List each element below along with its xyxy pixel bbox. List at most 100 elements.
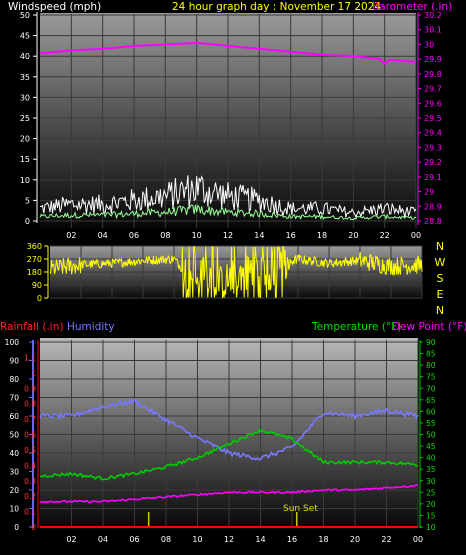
rain-tick-label: 0.4 xyxy=(24,461,36,470)
hour-tick-label: 20 xyxy=(350,535,360,544)
wind-tick-label: 10 xyxy=(20,176,30,185)
hour-tick-label: 20 xyxy=(348,231,358,240)
humidity-tick-label: 0 xyxy=(14,523,19,532)
humidity-tick-label: 30 xyxy=(9,468,19,477)
hour-tick-label: 10 xyxy=(192,231,202,240)
baro-tick-label: 29.5 xyxy=(424,114,442,123)
temp-tick-label: 85 xyxy=(426,350,436,359)
rain-tick-label: 0.7 xyxy=(24,415,36,424)
humidity-tick-label: 60 xyxy=(9,412,19,421)
rain-tick-label: 0.5 xyxy=(24,446,36,455)
temp-tick-label: 20 xyxy=(426,500,436,509)
wind-tick-label: 15 xyxy=(20,155,30,164)
temp-tick-label: 65 xyxy=(426,396,436,405)
temp-tick-label: 50 xyxy=(426,431,436,440)
hour-tick-label: 16 xyxy=(287,535,297,544)
hour-tick-label: 08 xyxy=(161,535,171,544)
hour-tick-label: 00 xyxy=(411,231,421,240)
temp-tick-label: 35 xyxy=(426,465,436,474)
baro-tick-label: 30.1 xyxy=(424,26,442,35)
hour-tick-label: 10 xyxy=(192,535,202,544)
hour-tick-label: 12 xyxy=(224,535,234,544)
hour-tick-label: 08 xyxy=(160,231,170,240)
direction-tick-labels: 0 90 180 270 360 xyxy=(27,242,42,303)
rain-tick-label: 0.2 xyxy=(24,492,36,501)
baro-tick-label: 29.1 xyxy=(424,173,442,182)
temperature-label: Temperature (°F) xyxy=(311,321,401,333)
hour-tick-label: 06 xyxy=(129,231,139,240)
hour-tick-label: 18 xyxy=(317,231,327,240)
direction-tick-label: 90 xyxy=(32,281,42,290)
sunset-label: Sun Set xyxy=(283,504,318,514)
temp-tick-label: 90 xyxy=(426,338,436,347)
wind-tick-label: 20 xyxy=(20,135,30,144)
temp-tick-label: 80 xyxy=(426,361,436,370)
compass-label: N xyxy=(436,240,444,253)
temp-tick-label: 40 xyxy=(426,454,436,463)
hour-tick-label: 12 xyxy=(223,231,233,240)
humidity-tick-label: 90 xyxy=(9,357,19,366)
compass-label: S xyxy=(437,272,444,285)
weather-graph: Windspeed (mph) 24 hour graph day : Nove… xyxy=(0,1,466,544)
baro-tick-label: 29.7 xyxy=(424,85,442,94)
baro-tick-label: 30 xyxy=(424,40,434,49)
baro-tick-label: 29.4 xyxy=(424,129,442,138)
compass-label: W xyxy=(435,256,446,269)
rain-tick-label: 0.6 xyxy=(24,431,36,440)
hour-tick-label: 00 xyxy=(413,535,423,544)
compass-label: E xyxy=(437,288,444,301)
hour-tick-label: 04 xyxy=(98,535,108,544)
baro-tick-label: 29.9 xyxy=(424,55,442,64)
rain-tick-label: 0.1 xyxy=(24,508,36,517)
rain-tick-label: 1.1 xyxy=(24,353,36,362)
baro-tick-label: 29 xyxy=(424,188,434,197)
graph-title: 24 hour graph day : November 17 2024 xyxy=(172,1,381,13)
wind-tick-label: 45 xyxy=(20,32,30,41)
hour-tick-label: 14 xyxy=(255,535,265,544)
bottom-hour-labels: 02 04 06 08 10 12 14 16 18 20 22 00 xyxy=(66,535,423,544)
humidity-label: Humidity xyxy=(67,321,115,333)
wind-tick-label: 0 xyxy=(25,217,30,226)
hour-tick-label: 02 xyxy=(66,535,76,544)
humidity-tick-label: 70 xyxy=(9,394,19,403)
wind-tick-label: 30 xyxy=(20,93,30,102)
baro-tick-label: 29.2 xyxy=(424,158,442,167)
rain-tick-label: 0.9 xyxy=(24,384,36,393)
hour-tick-label: 04 xyxy=(98,231,108,240)
direction-tick-label: 270 xyxy=(27,255,42,264)
temp-tick-label: 25 xyxy=(426,488,436,497)
compass-labels: NWSEN xyxy=(435,240,446,317)
humidity-tick-label: 80 xyxy=(9,375,19,384)
baro-tick-label: 29.6 xyxy=(424,99,442,108)
direction-tick-label: 0 xyxy=(37,294,42,303)
hour-tick-label: 02 xyxy=(66,231,76,240)
hour-tick-label: 18 xyxy=(318,535,328,544)
temp-tick-label: 45 xyxy=(426,442,436,451)
wind-tick-label: 40 xyxy=(20,52,30,61)
hour-tick-label: 06 xyxy=(129,535,139,544)
temp-tick-label: 70 xyxy=(426,384,436,393)
rain-tick-label: 1 xyxy=(31,369,36,378)
hour-tick-label: 14 xyxy=(254,231,264,240)
wind-tick-label: 50 xyxy=(20,11,30,20)
baro-tick-label: 28.8 xyxy=(424,217,442,226)
humidity-tick-label: 40 xyxy=(9,449,19,458)
temp-tick-label: 75 xyxy=(426,373,436,382)
temp-tick-label: 15 xyxy=(426,511,436,520)
dewpoint-label: Dew Point (°F) xyxy=(392,321,466,333)
top-hour-labels: 02 04 06 08 10 12 14 16 18 20 22 00 xyxy=(66,231,421,240)
humidity-tick-label: 10 xyxy=(9,505,19,514)
hour-tick-label: 22 xyxy=(381,535,391,544)
baro-tick-label: 29.8 xyxy=(424,70,442,79)
wind-tick-label: 25 xyxy=(20,114,30,123)
compass-label: N xyxy=(436,304,444,317)
direction-tick-label: 180 xyxy=(27,268,42,277)
baro-tick-label: 30.2 xyxy=(424,11,442,20)
hour-tick-label: 16 xyxy=(286,231,296,240)
temp-tick-label: 60 xyxy=(426,407,436,416)
baro-tick-label: 29.3 xyxy=(424,143,442,152)
rain-tick-label: 0.8 xyxy=(24,400,36,409)
wind-tick-label: 5 xyxy=(25,196,30,205)
humidity-tick-label: 50 xyxy=(9,431,19,440)
hour-tick-label: 22 xyxy=(380,231,390,240)
